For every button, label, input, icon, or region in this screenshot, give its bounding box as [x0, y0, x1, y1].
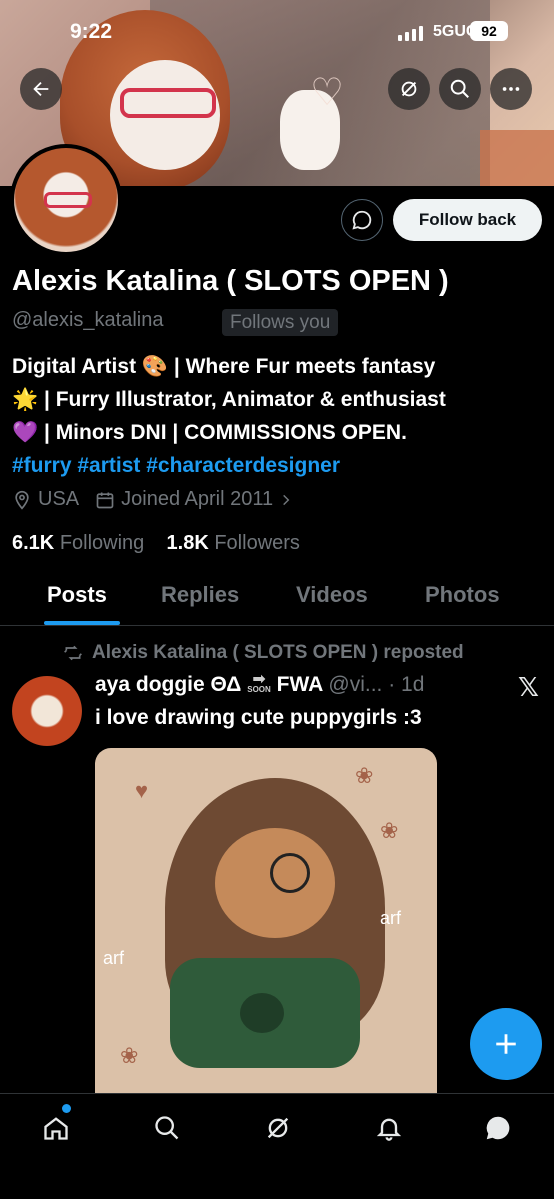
battery-icon: 92: [470, 21, 508, 41]
nav-grok[interactable]: [258, 1108, 298, 1148]
following-link[interactable]: 6.1K Following: [12, 532, 144, 554]
message-button[interactable]: [341, 199, 383, 241]
joined-text[interactable]: Joined April 2011: [121, 488, 273, 511]
paw-doodle-icon: ❀: [120, 1043, 139, 1068]
status-bar: 9:22 5GUC 92: [0, 18, 554, 48]
profile-meta: USA Joined April 2011: [12, 488, 293, 511]
avatar-glasses: [44, 192, 92, 208]
search-icon: [155, 1116, 179, 1140]
profile-bio: Digital Artist 🎨 | Where Fur meets fanta…: [12, 350, 542, 482]
arrow-left-icon: [33, 81, 49, 97]
location-pin-icon: [15, 490, 29, 510]
soon-arrow-emoji: ➡ SOON: [247, 671, 271, 695]
home-icon: [44, 1117, 68, 1140]
calendar-icon: [96, 492, 114, 508]
profile-handle: @alexis_katalina: [12, 309, 164, 331]
paw-doodle-icon: ❀: [355, 763, 374, 788]
hashtag-link[interactable]: #characterdesigner: [146, 454, 340, 477]
paw-doodle-icon: ❀: [380, 818, 399, 843]
compose-button[interactable]: [470, 1008, 542, 1080]
signal-icon: [398, 26, 423, 41]
status-time: 9:22: [70, 20, 113, 43]
post-author-suffix: FWA: [276, 673, 323, 696]
back-button[interactable]: [20, 68, 62, 110]
repost-label: Alexis Katalina ( SLOTS OPEN ) reposted: [92, 642, 464, 663]
art-text: arf: [103, 948, 125, 968]
tab-posts[interactable]: Posts: [47, 582, 107, 608]
following-count: 6.1K: [12, 532, 55, 554]
followers-count: 1.8K: [166, 532, 209, 554]
nav-messages[interactable]: [478, 1108, 518, 1148]
follows-you-badge: Follows you: [222, 309, 339, 336]
banner-heart-doodle: ♡: [310, 72, 345, 114]
bottom-nav: [0, 1093, 554, 1199]
post-author-handle: @vi...: [328, 673, 383, 696]
profile-name: Alexis Katalina ( SLOTS OPEN ): [12, 265, 449, 297]
tab-photos[interactable]: Photos: [425, 582, 500, 608]
bio-line: 🌟 | Furry Illustrator, Animator & enthus…: [12, 388, 446, 411]
follow-counts: 6.1K Following 1.8K Followers: [12, 532, 300, 555]
more-button[interactable]: [490, 68, 532, 110]
search-button[interactable]: [439, 68, 481, 110]
x-logo-icon: 𝕏: [518, 672, 539, 702]
plus-icon: [496, 1034, 516, 1054]
tab-replies[interactable]: Replies: [161, 582, 239, 608]
grok-icon: [401, 81, 417, 97]
grok-button[interactable]: [388, 68, 430, 110]
banner-background-object: [480, 130, 554, 186]
search-icon: [450, 79, 469, 98]
nav-home[interactable]: [36, 1108, 76, 1148]
profile-tabs: Posts Replies Videos Photos: [0, 572, 554, 626]
nav-search[interactable]: [147, 1108, 187, 1148]
post-time: · 1d: [388, 673, 425, 696]
hashtag-link[interactable]: #furry: [12, 454, 72, 477]
bio-line: 💜 | Minors DNI | COMMISSIONS OPEN.: [12, 421, 407, 444]
profile-avatar[interactable]: [10, 144, 122, 256]
banner-character-glasses: [120, 88, 216, 118]
tab-videos[interactable]: Videos: [296, 582, 368, 608]
post-text: i love drawing cute puppygirls :3: [95, 706, 422, 729]
more-dots-icon: [502, 87, 520, 91]
bell-icon: [376, 1118, 402, 1141]
heart-doodle-icon: ♥: [135, 778, 149, 803]
art-paw-print: [240, 993, 284, 1033]
notification-dot: [62, 1104, 71, 1113]
art-glasses: [270, 853, 310, 893]
post-author-avatar[interactable]: [12, 676, 82, 746]
chat-bubble-icon: [352, 210, 372, 230]
active-tab-indicator: [44, 621, 120, 625]
art-text: arf: [380, 908, 402, 928]
chevron-right-icon: [283, 494, 290, 505]
followers-link[interactable]: 1.8K Followers: [167, 532, 300, 554]
bio-hashtags: #furry #artist #characterdesigner: [12, 449, 542, 482]
messages-icon: [486, 1116, 510, 1140]
location-text: USA: [38, 488, 80, 510]
repost-context[interactable]: Alexis Katalina ( SLOTS OPEN ) reposted: [62, 642, 464, 664]
post-author-name: aya doggie ΘΔ: [95, 673, 242, 696]
post-header[interactable]: aya doggie ΘΔ ➡ SOON FWA @vi... · 1d: [95, 671, 425, 697]
followers-label: Followers: [214, 532, 300, 554]
post-image[interactable]: ♥ ❀ ❀ arf arf ❀: [95, 748, 437, 1093]
repost-icon: [64, 645, 82, 661]
soon-badge: SOON: [247, 685, 271, 695]
nav-notifications[interactable]: [369, 1108, 409, 1148]
follow-back-button[interactable]: Follow back: [393, 199, 542, 241]
bio-line: Digital Artist 🎨 | Where Fur meets fanta…: [12, 355, 436, 378]
following-label: Following: [59, 532, 145, 554]
hashtag-link[interactable]: #artist: [77, 454, 140, 477]
grok-icon: [267, 1117, 289, 1139]
